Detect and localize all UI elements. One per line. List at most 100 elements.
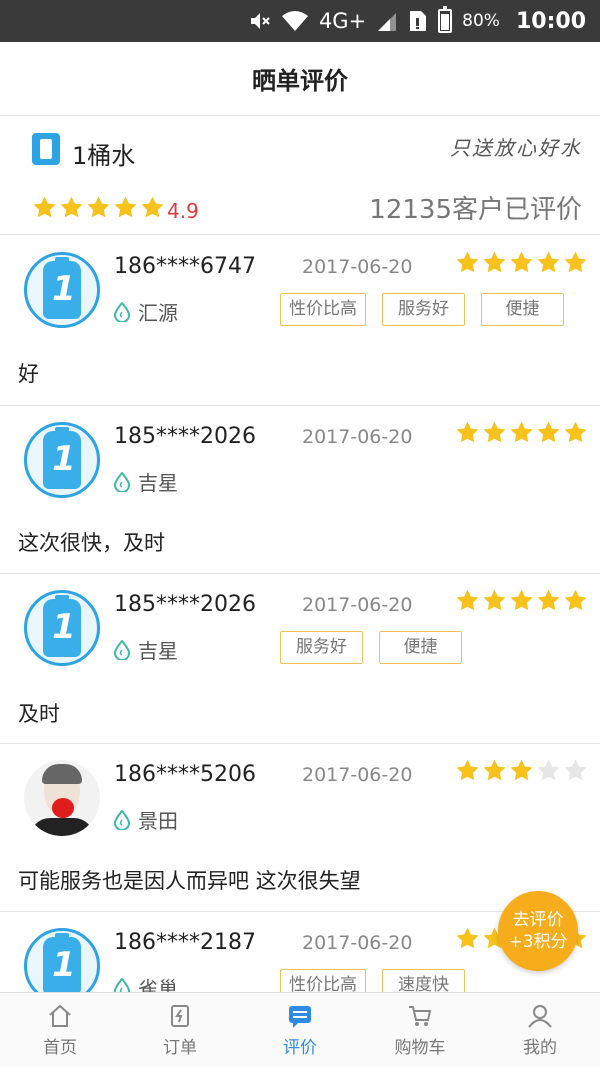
review-date: 2017-06-20: [302, 764, 413, 786]
review-tag: 服务好: [382, 293, 465, 326]
review-star-rating: [455, 588, 588, 613]
water-brand: 景田: [113, 805, 178, 834]
rating-summary: 1桶水 只送放心好水 4.9 12135客户已评价: [0, 117, 600, 235]
water-brand-name: 景田: [138, 809, 178, 833]
bottle-avatar: 1: [24, 422, 100, 498]
review-star-rating: [455, 758, 588, 783]
review-tag: 便捷: [481, 293, 564, 326]
bottom-navigation: 首页 订单 评价 购物车 我的: [0, 992, 600, 1067]
nav-item-review[interactable]: 评价: [240, 993, 360, 1067]
review-comment: 及时: [18, 702, 60, 726]
star-filled-icon: [32, 195, 57, 220]
order-icon: [167, 1003, 193, 1029]
star-filled-icon: [563, 588, 588, 613]
water-brand: 汇源: [113, 297, 178, 326]
star-filled-icon: [455, 758, 480, 783]
page-title: 晒单评价: [252, 67, 348, 95]
nav-item-order[interactable]: 订单: [120, 993, 240, 1067]
review-count: 12135客户已评价: [369, 195, 582, 225]
nav-label: 订单: [163, 1037, 197, 1058]
star-filled-icon: [113, 195, 138, 220]
water-drop-icon: [113, 470, 131, 493]
star-filled-icon: [509, 758, 534, 783]
nav-item-home[interactable]: 首页: [0, 993, 120, 1067]
reviewer-phone: 186****5206: [114, 762, 256, 787]
network-type: 4G+: [318, 9, 367, 33]
wifi-icon: [281, 10, 309, 32]
brand-logo-icon: [32, 133, 60, 165]
star-filled-icon: [482, 250, 507, 275]
nav-label: 首页: [43, 1037, 77, 1058]
brand-name: 1桶水: [72, 142, 136, 170]
clock: 10:00: [515, 8, 586, 34]
sim-icon: [408, 9, 428, 33]
battery-fill: [441, 14, 450, 30]
water-brand-name: 汇源: [138, 301, 178, 325]
star-filled-icon: [59, 195, 84, 220]
star-filled-icon: [509, 420, 534, 445]
review-date: 2017-06-20: [302, 932, 413, 954]
star-filled-icon: [509, 588, 534, 613]
person-avatar: [24, 760, 100, 836]
write-review-label: 去评价: [512, 910, 564, 930]
review-comment: 好: [18, 362, 39, 386]
water-brand-name: 吉星: [138, 639, 178, 663]
water-drop-icon: [113, 300, 131, 323]
review-comment: 可能服务也是因人而异吧 这次很失望: [18, 869, 361, 893]
review-item[interactable]: 1 185****2026 2017-06-20 吉星 服务好 便捷 及时: [0, 574, 600, 744]
review-comment: 这次很快，及时: [18, 531, 165, 555]
star-filled-icon: [140, 195, 165, 220]
star-filled-icon: [455, 588, 480, 613]
water-brand: 吉星: [113, 467, 178, 496]
mute-icon: [249, 11, 271, 31]
star-filled-icon: [563, 250, 588, 275]
star-filled-icon: [536, 250, 561, 275]
review-icon: [287, 1003, 313, 1029]
star-filled-icon: [482, 758, 507, 783]
review-date: 2017-06-20: [302, 426, 413, 448]
nav-label: 评价: [283, 1037, 317, 1058]
star-filled-icon: [536, 588, 561, 613]
brand-slogan: 只送放心好水: [450, 136, 582, 160]
review-star-rating: [455, 250, 588, 275]
water-drop-icon: [113, 808, 131, 831]
star-filled-icon: [563, 420, 588, 445]
review-tags: 性价比高 服务好 便捷: [280, 293, 564, 326]
battery-icon: [438, 6, 453, 33]
cart-icon: [407, 1003, 433, 1029]
water-drop-icon: [113, 638, 131, 661]
bottle-avatar: 1: [24, 590, 100, 666]
review-tag: 便捷: [379, 631, 462, 664]
status-icons: 4G+ 80% 10:00: [249, 0, 586, 42]
write-review-button[interactable]: 去评价 +3积分: [498, 891, 578, 971]
star-filled-icon: [482, 588, 507, 613]
water-brand: 吉星: [113, 635, 178, 664]
review-date: 2017-06-20: [302, 256, 413, 278]
review-tag: 服务好: [280, 631, 363, 664]
reviewer-phone: 186****6747: [114, 254, 256, 279]
review-item[interactable]: 1 185****2026 2017-06-20 吉星 这次很快，及时: [0, 406, 600, 574]
star-empty-icon: [563, 758, 588, 783]
nav-item-cart[interactable]: 购物车: [360, 993, 480, 1067]
star-filled-icon: [86, 195, 111, 220]
star-filled-icon: [509, 250, 534, 275]
star-empty-icon: [536, 758, 561, 783]
star-filled-icon: [455, 420, 480, 445]
star-filled-icon: [455, 250, 480, 275]
water-brand-name: 吉星: [138, 471, 178, 495]
review-tag: 性价比高: [280, 293, 366, 326]
signal-icon: [376, 11, 398, 31]
profile-icon: [527, 1003, 553, 1029]
summary-star-rating: [32, 195, 165, 220]
review-item[interactable]: 1 186****6747 2017-06-20 汇源 性价比高 服务好 便捷好: [0, 236, 600, 406]
nav-label: 购物车: [394, 1037, 446, 1058]
home-icon: [47, 1003, 73, 1029]
bottle-avatar: 1: [24, 252, 100, 328]
review-date: 2017-06-20: [302, 594, 413, 616]
review-item[interactable]: 186****5206 2017-06-20 景田可能服务也是因人而异吧 这次很失望: [0, 744, 600, 912]
star-filled-icon: [482, 420, 507, 445]
nav-item-profile[interactable]: 我的: [480, 993, 600, 1067]
review-tags: 服务好 便捷: [280, 631, 462, 664]
average-rating: 4.9: [167, 199, 199, 223]
nav-label: 我的: [523, 1037, 557, 1058]
